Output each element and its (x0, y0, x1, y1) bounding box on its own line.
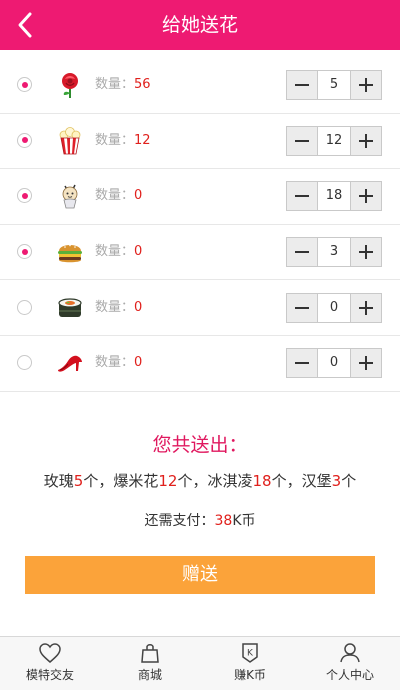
gift-quantity: 数量：12 (95, 132, 151, 148)
gift-row-popcorn: 数量：12 12 (0, 114, 400, 170)
payment-total: 还需支付：38K币 (144, 513, 256, 529)
sushi-icon (55, 294, 85, 322)
increase-button[interactable] (351, 182, 381, 211)
minus-icon (295, 362, 309, 365)
gift-radio[interactable] (17, 77, 32, 93)
gift-radio[interactable] (17, 299, 32, 315)
gift-list: 数量：56 5 数量：12 12 数量：0 18 数量：0 3 数量：0 0 数… (0, 58, 400, 392)
tab-profile[interactable]: 个人中心 (300, 637, 400, 690)
decrease-button[interactable] (287, 126, 317, 155)
heart-icon (39, 643, 61, 663)
rose-icon (55, 71, 85, 99)
plus-icon (359, 133, 373, 148)
gift-radio[interactable] (17, 244, 32, 260)
decrease-button[interactable] (287, 71, 317, 100)
quantity-value[interactable]: 18 (317, 182, 351, 211)
decrease-button[interactable] (287, 238, 317, 267)
quantity-stepper: 0 (286, 292, 382, 323)
quantity-stepper: 0 (286, 348, 382, 379)
k-coin-icon: K (242, 643, 258, 663)
increase-button[interactable] (351, 126, 381, 155)
gift-quantity: 数量：0 (95, 355, 143, 371)
gift-row-icecream: 数量：0 18 (0, 169, 400, 225)
plus-icon (359, 189, 373, 204)
popcorn-icon (55, 126, 85, 155)
gift-radio[interactable] (17, 188, 32, 204)
gift-row-sushi: 数量：0 0 (0, 280, 400, 336)
quantity-value[interactable]: 0 (317, 293, 351, 322)
summary-items: 玫瑰5个，爆米花12个，冰淇凌18个，汉堡3个 (43, 472, 357, 490)
quantity-stepper: 18 (286, 181, 382, 212)
svg-text:K: K (247, 649, 254, 659)
increase-button[interactable] (351, 71, 381, 100)
decrease-button[interactable] (287, 349, 317, 378)
tab-model-dating[interactable]: 模特交友 (0, 637, 100, 690)
tab-mall[interactable]: 商城 (100, 637, 200, 690)
user-icon (340, 643, 360, 663)
plus-icon (359, 300, 373, 315)
gift-radio[interactable] (17, 355, 32, 371)
bag-icon (141, 644, 159, 663)
quantity-value[interactable]: 3 (317, 238, 351, 267)
minus-icon (295, 84, 309, 87)
gift-row-high-heel: 数量：0 0 (0, 336, 400, 392)
gift-quantity: 数量：56 (95, 77, 151, 93)
plus-icon (359, 78, 373, 93)
tab-earn-coins[interactable]: K 赚K币 (200, 637, 300, 690)
increase-button[interactable] (351, 293, 381, 322)
app-header: 给她送花 (0, 0, 400, 50)
increase-button[interactable] (351, 238, 381, 267)
quantity-stepper: 3 (286, 237, 382, 268)
quantity-value[interactable]: 5 (317, 71, 351, 100)
gift-row-burger: 数量：0 3 (0, 225, 400, 281)
minus-icon (295, 251, 309, 254)
plus-icon (359, 356, 373, 371)
quantity-value[interactable]: 0 (317, 349, 351, 378)
minus-icon (295, 195, 309, 198)
gift-quantity: 数量：0 (95, 299, 143, 315)
summary-title: 您共送出： (152, 434, 248, 456)
plus-icon (359, 245, 373, 260)
decrease-button[interactable] (287, 293, 317, 322)
bottom-tab-bar: 模特交友 商城 K 赚K币 个人中心 (0, 636, 400, 690)
gift-radio[interactable] (17, 132, 32, 148)
quantity-stepper: 5 (286, 70, 382, 101)
minus-icon (295, 139, 309, 142)
gift-quantity: 数量：0 (95, 188, 143, 204)
minus-icon (295, 306, 309, 309)
gift-row-rose: 数量：56 5 (0, 58, 400, 114)
icecream-icon (55, 182, 85, 210)
send-gift-button[interactable]: 赠送 (25, 556, 375, 594)
page-title: 给她送花 (161, 14, 238, 36)
burger-icon (55, 238, 85, 266)
quantity-value[interactable]: 12 (317, 126, 351, 155)
high-heel-icon (55, 349, 85, 377)
quantity-stepper: 12 (286, 125, 382, 156)
gift-quantity: 数量：0 (95, 244, 143, 260)
increase-button[interactable] (351, 349, 381, 378)
decrease-button[interactable] (287, 182, 317, 211)
